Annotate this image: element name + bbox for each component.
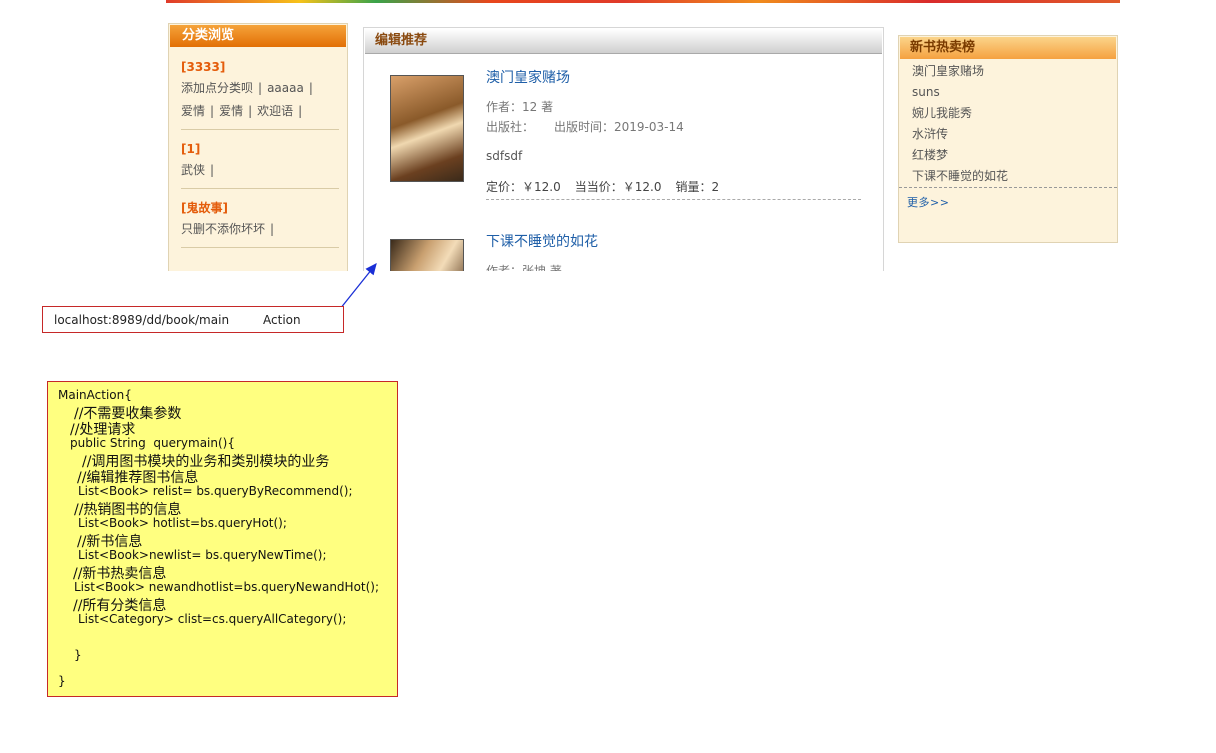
- code-line: List<Book> relist= bs.queryByRecommend()…: [78, 484, 353, 498]
- code-line: List<Category> clist=cs.queryAllCategory…: [78, 612, 347, 626]
- code-line: public String querymain(){: [70, 436, 235, 450]
- annotation-url: localhost:8989/dd/book/main: [54, 313, 230, 327]
- url-annotation-box: localhost:8989/dd/book/main Action: [42, 306, 344, 333]
- code-note: MainAction{ //不需要收集参数 //处理请求 public Stri…: [47, 381, 398, 697]
- code-line: List<Book> newandhotlist=bs.queryNewandH…: [74, 580, 380, 594]
- code-line: List<Book> hotlist=bs.queryHot();: [78, 516, 287, 530]
- code-line: }: [58, 674, 66, 688]
- code-line: List<Book>newlist= bs.queryNewTime();: [78, 548, 327, 562]
- annotation-action: Action: [263, 313, 301, 327]
- code-line: MainAction{: [58, 388, 132, 402]
- code-line: }: [74, 648, 82, 662]
